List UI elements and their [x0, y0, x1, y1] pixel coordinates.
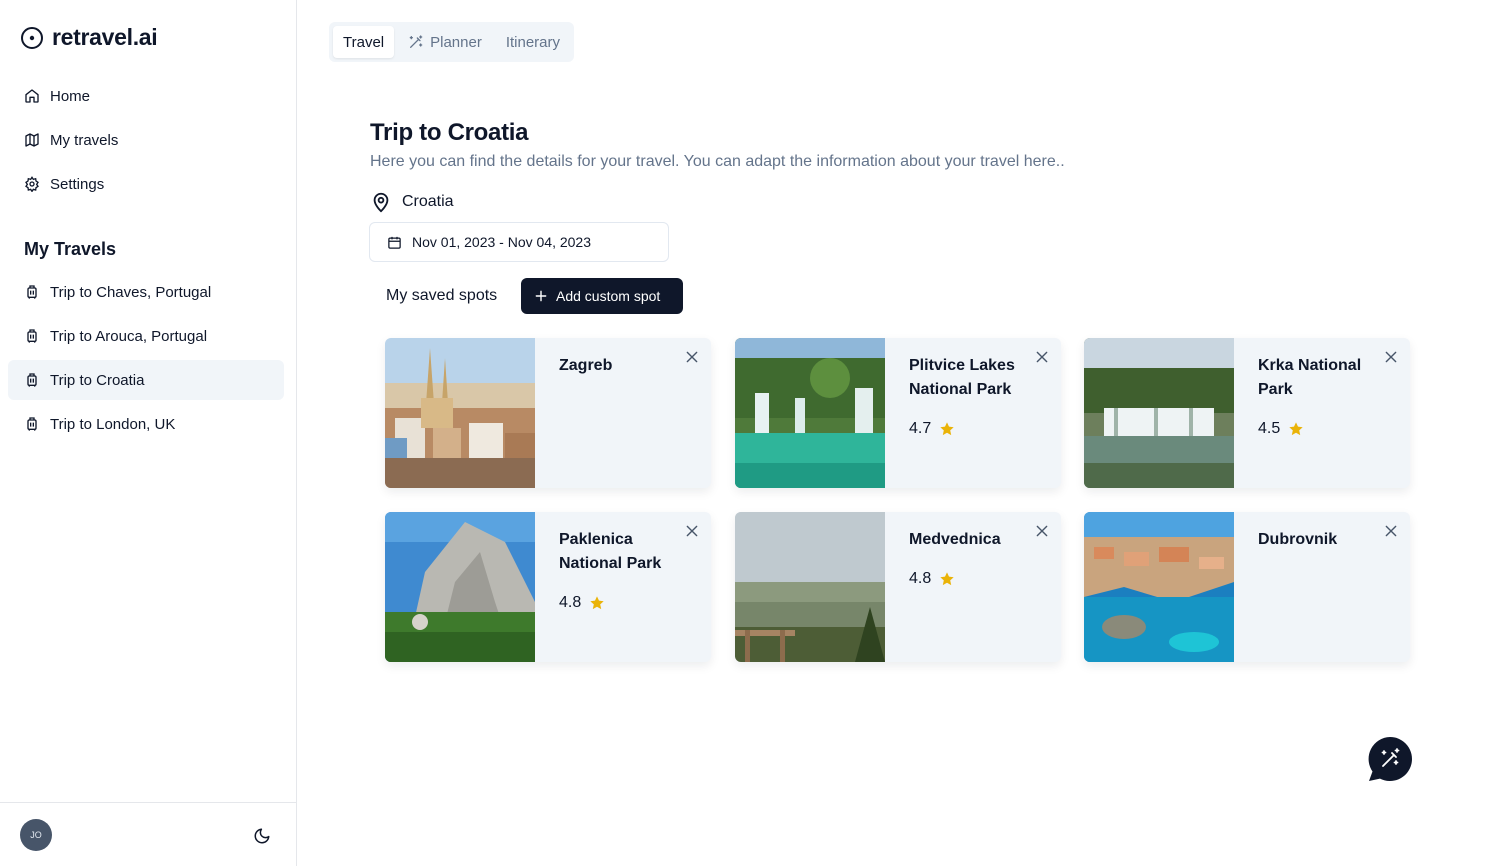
- spot-image-dubrovnik: [1084, 512, 1234, 662]
- spot-name: Paklenica National Park: [559, 531, 662, 572]
- spot-image-medvednica: [735, 512, 885, 662]
- sidebar-footer: JO: [0, 802, 296, 866]
- spot-name: Krka National Park: [1258, 357, 1362, 398]
- spot-name: Medvednica: [909, 531, 1001, 548]
- close-icon: [686, 525, 698, 537]
- star-icon: [940, 572, 954, 586]
- luggage-icon: [27, 417, 37, 431]
- gear-icon: [25, 176, 39, 192]
- spot-rating: 4.8: [909, 570, 955, 588]
- magic-wand-icon: [409, 35, 423, 48]
- close-icon: [1385, 525, 1397, 537]
- tab-label: Planner: [430, 33, 482, 51]
- star-icon: [1289, 422, 1303, 436]
- remove-spot-button[interactable]: [1033, 348, 1051, 366]
- nav-item-settings[interactable]: Settings: [8, 164, 284, 204]
- sidebar-item-trip-chaves[interactable]: Trip to Chaves, Portugal: [8, 272, 284, 312]
- tab-label: Itinerary: [505, 33, 561, 51]
- sidebar-item-trip-croatia[interactable]: Trip to Croatia: [8, 360, 284, 400]
- saved-spots-heading: My saved spots: [386, 287, 498, 304]
- home-icon: [25, 89, 39, 103]
- plus-icon: [535, 290, 547, 302]
- spot-image-krka: [1084, 338, 1234, 488]
- sidebar-item-label: Trip to Chaves, Portugal: [50, 283, 212, 301]
- brand-logo[interactable]: retravel.ai: [20, 24, 158, 51]
- spot-image-zagreb: [385, 338, 535, 488]
- luggage-icon: [27, 373, 37, 387]
- nav-item-label: My travels: [50, 131, 119, 149]
- remove-spot-button[interactable]: [683, 522, 701, 540]
- sidebar-item-trip-arouca[interactable]: Trip to Arouca, Portugal: [8, 316, 284, 356]
- chat-bubble-icon: [1368, 737, 1412, 781]
- rating-value: 4.8: [909, 570, 932, 587]
- map-pin-icon: [373, 192, 389, 213]
- spot-name: Zagreb: [559, 357, 613, 374]
- page-subtitle: Here you can find the details for your t…: [370, 153, 1065, 170]
- sidebar-item-label: Trip to Croatia: [50, 371, 145, 389]
- view-tabs: Travel Planner Itinerary: [329, 22, 575, 62]
- spot-card[interactable]: Plitvice Lakes National Park 4.7: [735, 338, 1061, 488]
- rating-value: 4.8: [559, 594, 582, 611]
- rating-value: 4.5: [1258, 420, 1281, 437]
- tab-planner[interactable]: Planner: [398, 26, 492, 58]
- moon-icon: [254, 828, 270, 844]
- spot-image-paklenica: [385, 512, 535, 662]
- sidebar-item-label: Trip to London, UK: [50, 415, 176, 433]
- close-icon: [1036, 525, 1048, 537]
- remove-spot-button[interactable]: [1382, 348, 1400, 366]
- sidebar-item-trip-london[interactable]: Trip to London, UK: [8, 404, 284, 444]
- spot-card[interactable]: Medvednica 4.8: [735, 512, 1061, 662]
- calendar-icon: [388, 236, 401, 249]
- trip-location: Croatia: [370, 191, 454, 213]
- spot-name: Plitvice Lakes National Park: [909, 357, 1015, 398]
- star-icon: [940, 422, 954, 436]
- luggage-icon: [27, 285, 37, 299]
- spot-rating: 4.8: [559, 594, 605, 612]
- close-icon: [1036, 351, 1048, 363]
- date-range-value: Nov 01, 2023 - Nov 04, 2023: [412, 234, 592, 250]
- add-button-label: Add custom spot: [556, 288, 661, 304]
- theme-toggle-button[interactable]: [251, 825, 273, 847]
- remove-spot-button[interactable]: [683, 348, 701, 366]
- spot-card[interactable]: Zagreb: [385, 338, 711, 488]
- spot-card[interactable]: Paklenica National Park 4.8: [385, 512, 711, 662]
- sidebar-item-label: Trip to Arouca, Portugal: [50, 327, 208, 345]
- date-range-picker[interactable]: Nov 01, 2023 - Nov 04, 2023: [369, 222, 669, 262]
- page-title: Trip to Croatia: [370, 119, 529, 146]
- spot-card[interactable]: Krka National Park 4.5: [1084, 338, 1410, 488]
- nav-item-my-travels[interactable]: My travels: [8, 120, 284, 160]
- brand-name: retravel.ai: [52, 24, 158, 50]
- close-icon: [1385, 351, 1397, 363]
- spot-card[interactable]: Dubrovnik: [1084, 512, 1410, 662]
- spot-name: Dubrovnik: [1258, 531, 1338, 548]
- star-icon: [590, 596, 604, 610]
- spot-rating: 4.7: [909, 420, 955, 438]
- close-icon: [686, 351, 698, 363]
- sidebar: retravel.ai Home My travels Settings My …: [0, 0, 297, 866]
- remove-spot-button[interactable]: [1382, 522, 1400, 540]
- rating-value: 4.7: [909, 420, 932, 437]
- nav-item-label: Home: [50, 87, 91, 105]
- nav-item-label: Settings: [50, 175, 105, 193]
- tab-travel[interactable]: Travel: [333, 26, 395, 58]
- map-icon: [25, 133, 39, 147]
- nav-item-home[interactable]: Home: [8, 76, 284, 116]
- spot-image-plitvice: [735, 338, 885, 488]
- luggage-icon: [27, 329, 37, 343]
- add-custom-spot-button[interactable]: Add custom spot: [521, 278, 683, 314]
- my-travels-heading: My Travels: [24, 239, 117, 259]
- spot-rating: 4.5: [1258, 420, 1304, 438]
- ai-assistant-button[interactable]: [1367, 736, 1413, 782]
- logo-icon: [21, 26, 43, 49]
- remove-spot-button[interactable]: [1033, 522, 1051, 540]
- avatar[interactable]: JO: [20, 819, 52, 851]
- location-label: Croatia: [402, 193, 454, 210]
- tab-label: Travel: [343, 33, 385, 51]
- tab-itinerary[interactable]: Itinerary: [496, 26, 570, 58]
